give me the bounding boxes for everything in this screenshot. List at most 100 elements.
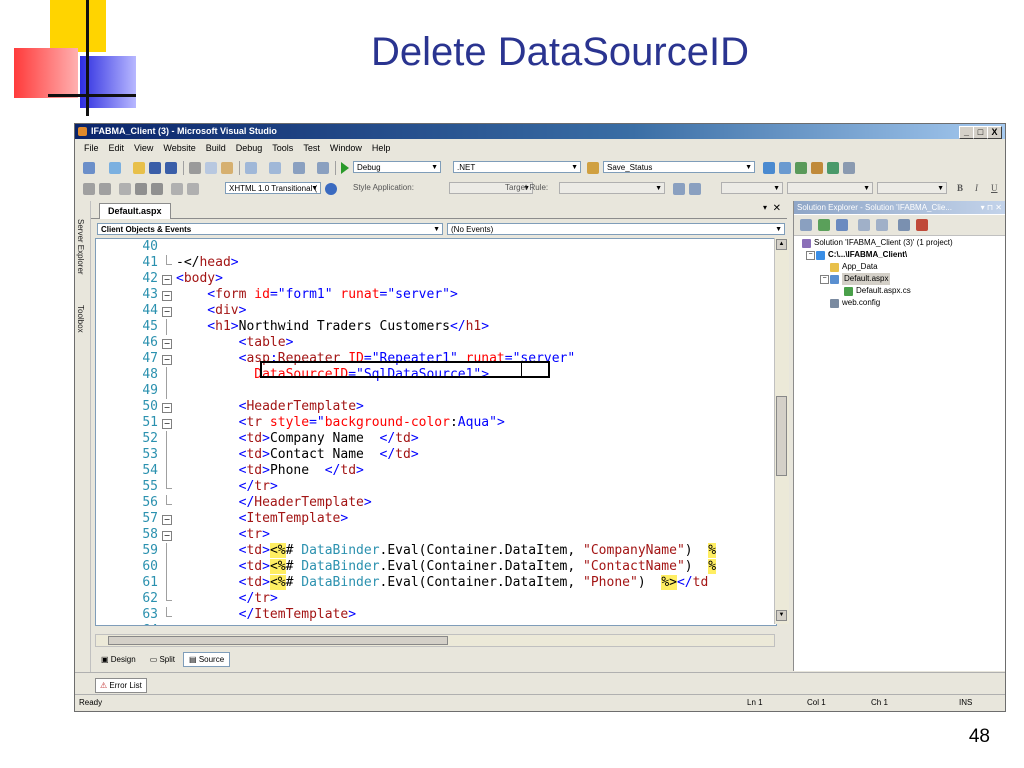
toolbox-tab[interactable]: Toolbox xyxy=(76,305,85,333)
collapse-region-icon[interactable]: − xyxy=(162,275,172,285)
collapse-region-icon[interactable]: − xyxy=(162,307,172,317)
format-document-icon[interactable] xyxy=(119,183,131,195)
menu-test[interactable]: Test xyxy=(298,140,325,156)
tree-item[interactable]: Default.aspx.cs xyxy=(794,285,1005,297)
bold-button[interactable]: B xyxy=(957,183,963,193)
new-project-icon[interactable] xyxy=(83,162,95,174)
underline-button[interactable]: U xyxy=(991,183,998,193)
collapse-region-icon[interactable]: − xyxy=(162,339,172,349)
code-token: < xyxy=(176,575,247,590)
objects-select[interactable]: Client Objects & Events ▼ xyxy=(97,223,443,235)
menu-file[interactable]: File xyxy=(79,140,104,156)
toolbox-icon[interactable] xyxy=(811,162,823,174)
menu-view[interactable]: View xyxy=(129,140,158,156)
tree-item[interactable]: − C:\...\IFABMA_Client\ xyxy=(794,249,1005,261)
paste-icon[interactable] xyxy=(221,162,233,174)
error-list-tab[interactable]: ⚠ Error List xyxy=(95,678,147,693)
align-icon[interactable] xyxy=(171,183,183,195)
start-page-icon[interactable] xyxy=(827,162,839,174)
close-button[interactable]: X xyxy=(987,126,1002,139)
split-view-button[interactable]: ▭ Split xyxy=(144,652,181,667)
menu-edit[interactable]: Edit xyxy=(104,140,130,156)
source-view-button[interactable]: ▤ Source xyxy=(183,652,231,667)
collapse-node-icon[interactable]: − xyxy=(820,275,829,284)
collapse-region-icon[interactable]: − xyxy=(162,291,172,301)
tree-item[interactable]: web.config xyxy=(794,297,1005,309)
nest-related-files-icon[interactable] xyxy=(836,219,848,231)
collapse-node-icon[interactable]: − xyxy=(806,251,815,260)
collapse-region-icon[interactable]: − xyxy=(162,515,172,525)
tree-item[interactable]: App_Data xyxy=(794,261,1005,273)
block-format-select[interactable]: ▼ xyxy=(877,182,947,194)
document-tab-default-aspx[interactable]: Default.aspx xyxy=(99,203,171,219)
menu-window[interactable]: Window xyxy=(325,140,367,156)
pane-options-icon[interactable]: ▾ ⊓ ✕ xyxy=(978,201,1002,214)
solution-configuration-select[interactable]: Debug ▼ xyxy=(353,161,441,173)
view-code-icon[interactable] xyxy=(858,219,870,231)
redo-icon[interactable] xyxy=(269,162,281,174)
navigate-forward-icon[interactable] xyxy=(317,162,329,174)
open-file-icon[interactable] xyxy=(133,162,145,174)
collapse-region-icon[interactable]: − xyxy=(162,403,172,413)
server-explorer-tab[interactable]: Server Explorer xyxy=(76,219,85,275)
horizontal-scroll-thumb[interactable] xyxy=(108,636,448,645)
events-select[interactable]: (No Events) ▼ xyxy=(447,223,785,235)
start-debugging-icon[interactable] xyxy=(341,162,349,174)
design-view-button[interactable]: ▣ Design xyxy=(95,652,142,667)
collapse-region-icon[interactable]: − xyxy=(162,419,172,429)
copy-icon[interactable] xyxy=(205,162,217,174)
scroll-up-icon[interactable]: ▲ xyxy=(776,239,787,250)
tree-item[interactable]: Solution 'IFABMA_Client (3)' (1 project) xyxy=(794,237,1005,249)
font-size-select[interactable]: ▼ xyxy=(787,182,873,194)
vertical-scroll-thumb[interactable] xyxy=(776,396,787,476)
apply-style-icon[interactable] xyxy=(689,183,701,195)
check-accessibility-icon[interactable] xyxy=(325,183,337,195)
horizontal-scrollbar[interactable] xyxy=(95,634,775,647)
tag-navigation-icon[interactable] xyxy=(187,183,199,195)
target-rule-select[interactable]: ▼ xyxy=(559,182,665,194)
doctype-select[interactable]: XHTML 1.0 Transitional (▼ xyxy=(225,182,321,194)
command-window-icon[interactable] xyxy=(843,162,855,174)
save-all-icon[interactable] xyxy=(165,162,177,174)
font-name-select[interactable]: ▼ xyxy=(721,182,783,194)
title-bar[interactable]: IFABMA_Client (3) - Microsoft Visual Stu… xyxy=(75,124,1005,139)
menu-build[interactable]: Build xyxy=(201,140,231,156)
properties-icon[interactable] xyxy=(800,219,812,231)
vertical-scrollbar[interactable]: ▲ ▼ xyxy=(774,238,789,624)
asp-net-configuration-icon[interactable] xyxy=(916,219,928,231)
indent-icon[interactable] xyxy=(151,183,163,195)
minimize-button[interactable]: _ xyxy=(959,126,974,139)
find-in-files-icon[interactable] xyxy=(587,162,599,174)
navigate-backward-icon[interactable] xyxy=(293,162,305,174)
find-icon[interactable] xyxy=(763,162,775,174)
save-icon[interactable] xyxy=(149,162,161,174)
close-document-icon[interactable]: ✕ xyxy=(773,203,781,214)
code-editor[interactable]: 40 41 -</head> 42− <body> 43− <form id="form1… xyxy=(95,238,777,626)
collapse-region-icon[interactable]: − xyxy=(162,355,172,365)
solution-platform-select[interactable]: .NET ▼ xyxy=(453,161,581,173)
menu-tools[interactable]: Tools xyxy=(267,140,298,156)
menu-website[interactable]: Website xyxy=(158,140,200,156)
new-style-icon[interactable] xyxy=(673,183,685,195)
italic-button[interactable]: I xyxy=(975,183,978,193)
find-select[interactable]: Save_Status ▼ xyxy=(603,161,755,173)
menu-help[interactable]: Help xyxy=(367,140,396,156)
undo-icon[interactable] xyxy=(245,162,257,174)
properties-icon[interactable] xyxy=(779,162,791,174)
object-browser-icon[interactable] xyxy=(795,162,807,174)
scroll-down-icon[interactable]: ▼ xyxy=(776,610,787,621)
collapse-region-icon[interactable]: − xyxy=(162,531,172,541)
outdent-icon[interactable] xyxy=(135,183,147,195)
menu-debug[interactable]: Debug xyxy=(231,140,268,156)
tree-item[interactable]: − Default.aspx xyxy=(794,273,1005,285)
uncomment-icon[interactable] xyxy=(99,183,111,195)
cut-icon[interactable] xyxy=(189,162,201,174)
solution-explorer-title-bar[interactable]: Solution Explorer - Solution 'IFABMA_Cli… xyxy=(794,201,1005,214)
add-item-icon[interactable] xyxy=(109,162,121,174)
refresh-icon[interactable] xyxy=(818,219,830,231)
comment-icon[interactable] xyxy=(83,183,95,195)
copy-website-icon[interactable] xyxy=(898,219,910,231)
active-files-dropdown-icon[interactable]: ▾ xyxy=(763,203,767,212)
view-designer-icon[interactable] xyxy=(876,219,888,231)
maximize-button[interactable]: □ xyxy=(973,126,988,139)
